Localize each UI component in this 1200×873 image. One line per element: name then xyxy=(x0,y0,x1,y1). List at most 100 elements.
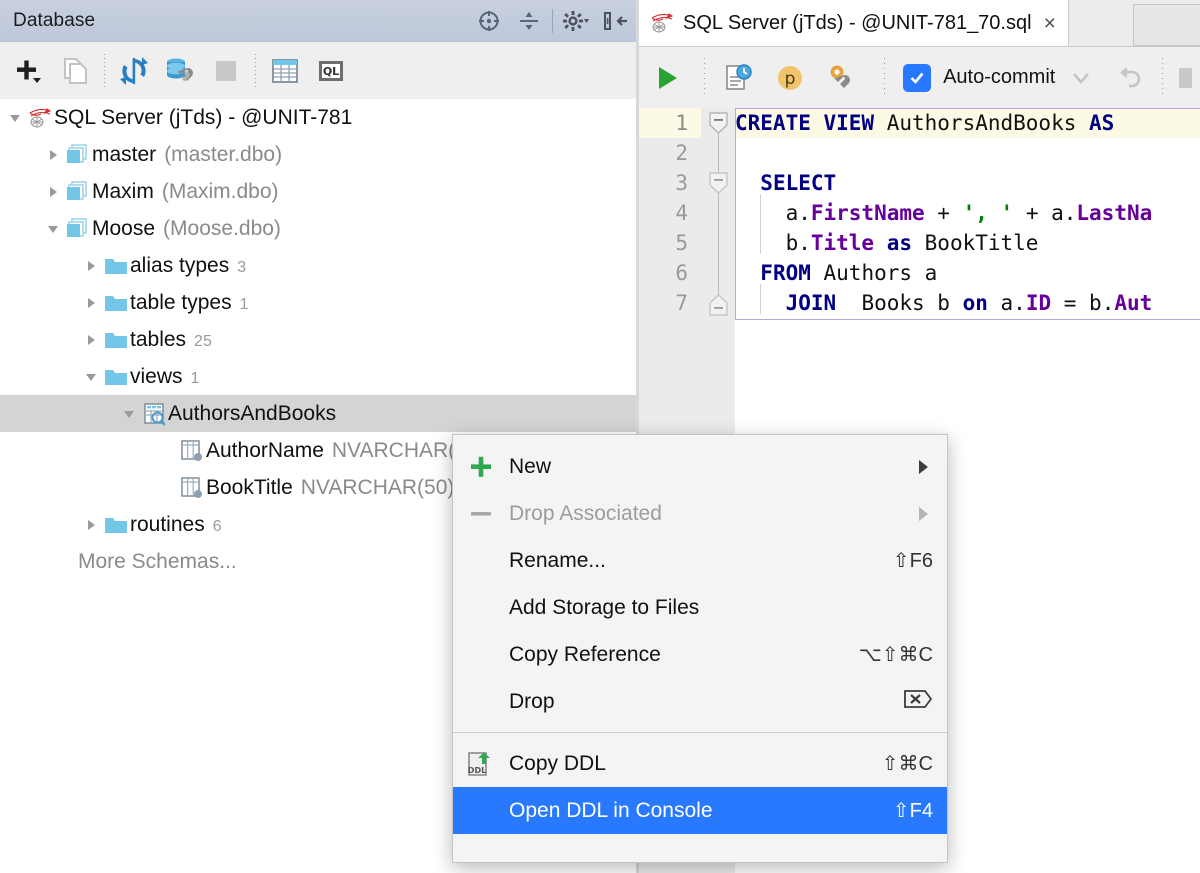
code-token: Books b xyxy=(836,291,963,315)
menu-item-label: Rename... xyxy=(509,548,606,572)
tree-indent-spacer xyxy=(156,432,178,469)
chevron-down-icon[interactable] xyxy=(118,395,140,432)
collapse-all-icon[interactable] xyxy=(509,0,549,42)
auto-commit-label: Auto-commit xyxy=(943,66,1056,88)
code-token: AS xyxy=(1089,111,1115,135)
tree-node-views[interactable]: views 1 xyxy=(0,358,636,395)
code-line[interactable]: b.Title as BookTitle xyxy=(735,228,1200,258)
context-menu-items: New Drop Associated Rename... ⇧F6 Add Storag… xyxy=(453,443,947,834)
data-source-properties-icon[interactable] xyxy=(157,49,203,93)
code-line[interactable]: FROM Authors a xyxy=(735,258,1200,288)
fold-marker-1[interactable] xyxy=(707,112,730,135)
hide-panel-icon[interactable] xyxy=(596,0,636,42)
execution-history-icon[interactable] xyxy=(713,47,764,108)
menu-separator xyxy=(453,732,947,733)
chevron-right-icon[interactable] xyxy=(42,136,64,173)
tree-node-authorsandbooks[interactable]: AuthorsAndBooks xyxy=(0,395,636,432)
add-icon[interactable] xyxy=(6,49,52,93)
chevron-down-icon[interactable] xyxy=(42,210,64,247)
database-toolbar: QL xyxy=(0,42,636,100)
code-token: + a. xyxy=(1013,201,1077,225)
svg-text:DDL: DDL xyxy=(468,766,486,775)
submenu-arrow-icon xyxy=(893,457,933,477)
tree-node-sublabel: NVARCHAR(50) xyxy=(300,475,455,499)
tree-node-root[interactable]: SQL Server (jTds) - @UNIT-781 xyxy=(0,99,636,136)
line-number: 3 xyxy=(675,171,688,195)
editor-tab-placeholder xyxy=(1133,4,1200,46)
editor-tab[interactable]: SQL Server (jTds) - @UNIT-781_70.sql × xyxy=(639,0,1069,46)
toolbar-separator-3 xyxy=(1161,57,1163,98)
column-icon xyxy=(178,469,206,506)
jump-to-table-icon[interactable] xyxy=(262,49,308,93)
tree-node-table-types[interactable]: table types 1 xyxy=(0,284,636,321)
open-console-icon[interactable]: QL xyxy=(308,49,354,93)
session-settings-icon[interactable] xyxy=(815,47,868,108)
code-line[interactable]: SELECT xyxy=(735,168,1200,198)
chevron-right-icon[interactable] xyxy=(80,321,102,358)
tree-node-label: AuthorName xyxy=(206,438,324,462)
chevron-right-icon[interactable] xyxy=(80,284,102,321)
more-toolbar-icon[interactable] xyxy=(1171,47,1200,108)
auto-commit-checkbox[interactable] xyxy=(903,47,932,108)
code-token: Title xyxy=(810,231,887,255)
toolbar-separator xyxy=(104,53,105,88)
fold-marker-7[interactable] xyxy=(707,294,730,317)
fold-marker-3[interactable] xyxy=(707,172,730,195)
sql-server-icon xyxy=(649,10,675,36)
code-line[interactable]: a.FirstName + ', ' + a.LastNa xyxy=(735,198,1200,228)
menu-item-drop[interactable]: Drop xyxy=(453,678,947,725)
chevron-right-icon[interactable] xyxy=(80,247,102,284)
tree-node-moose[interactable]: Moose (Moose.dbo) xyxy=(0,210,636,247)
menu-item-rename[interactable]: Rename... ⇧F6 xyxy=(453,537,947,584)
tree-node-label: AuthorsAndBooks xyxy=(168,401,337,425)
code-token: BookTitle xyxy=(912,231,1039,255)
chevron-right-icon[interactable] xyxy=(42,173,64,210)
ide-window: Database QL SQL Server (jTds) - @UNIT-78… xyxy=(0,0,1200,873)
synchronize-icon[interactable] xyxy=(111,49,157,93)
tree-node-count: 6 xyxy=(212,517,222,535)
tree-node-master[interactable]: master (master.dbo) xyxy=(0,136,636,173)
gear-icon[interactable] xyxy=(556,0,596,42)
chevron-right-icon[interactable] xyxy=(80,506,102,543)
editor-tab-title: SQL Server (jTds) - @UNIT-781_70.sql xyxy=(683,11,1032,34)
chevron-down-icon[interactable] xyxy=(80,358,102,395)
toolbar-separator-2 xyxy=(884,57,886,98)
context-menu[interactable]: New Drop Associated Rename... ⇧F6 Add Storag… xyxy=(452,434,948,863)
svg-text:QL: QL xyxy=(323,65,339,78)
code-token: Aut xyxy=(1114,291,1153,315)
menu-item-new[interactable]: New xyxy=(453,443,947,490)
menu-item-open-ddl-in-console[interactable]: Open DDL in Console ⇧F4 xyxy=(453,787,947,834)
chevron-down-icon[interactable] xyxy=(4,99,26,136)
tree-node-label: table types xyxy=(130,290,232,314)
tree-node-label: Moose xyxy=(92,216,156,240)
stop-icon[interactable] xyxy=(203,49,249,93)
header-separator xyxy=(552,9,553,33)
scroll-from-source-icon[interactable] xyxy=(469,0,509,42)
menu-item-add-storage-to-files[interactable]: Add Storage to Files xyxy=(453,584,947,631)
toolbar-separator-2 xyxy=(255,53,256,88)
indent-guide-1 xyxy=(760,194,761,254)
tree-node-alias-types[interactable]: alias types 3 xyxy=(0,247,636,284)
menu-item-drop-associated[interactable]: Drop Associated xyxy=(453,490,947,537)
duplicate-icon[interactable] xyxy=(52,49,98,93)
parameters-icon[interactable]: p xyxy=(764,47,815,108)
code-token: b. xyxy=(735,231,811,255)
tree-node-tables[interactable]: tables 25 xyxy=(0,321,636,358)
tree-node-count: 25 xyxy=(194,332,212,350)
folder-icon xyxy=(102,506,130,543)
code-lines: CREATE VIEW AuthorsAndBooks AS SELECT a.… xyxy=(735,108,1200,318)
code-line[interactable]: JOIN Books b on a.ID = b.Aut xyxy=(735,288,1200,318)
menu-item-copy-ddl[interactable]: DDL Copy DDL ⇧⌘C xyxy=(453,740,947,787)
chevron-down-icon[interactable] xyxy=(1055,47,1106,108)
close-icon[interactable]: × xyxy=(1044,13,1056,34)
code-line[interactable]: CREATE VIEW AuthorsAndBooks AS xyxy=(735,108,1200,138)
execute-icon[interactable] xyxy=(639,47,696,108)
tree-node-maxim[interactable]: Maxim (Maxim.dbo) xyxy=(0,173,636,210)
menu-item-copy-reference[interactable]: Copy Reference ⌥⇧⌘C xyxy=(453,631,947,678)
code-token: FirstName xyxy=(810,201,925,225)
code-token: a. xyxy=(735,201,811,225)
code-line[interactable] xyxy=(735,138,1200,168)
rollback-icon[interactable] xyxy=(1106,47,1153,108)
checkbox-box[interactable] xyxy=(903,63,932,92)
